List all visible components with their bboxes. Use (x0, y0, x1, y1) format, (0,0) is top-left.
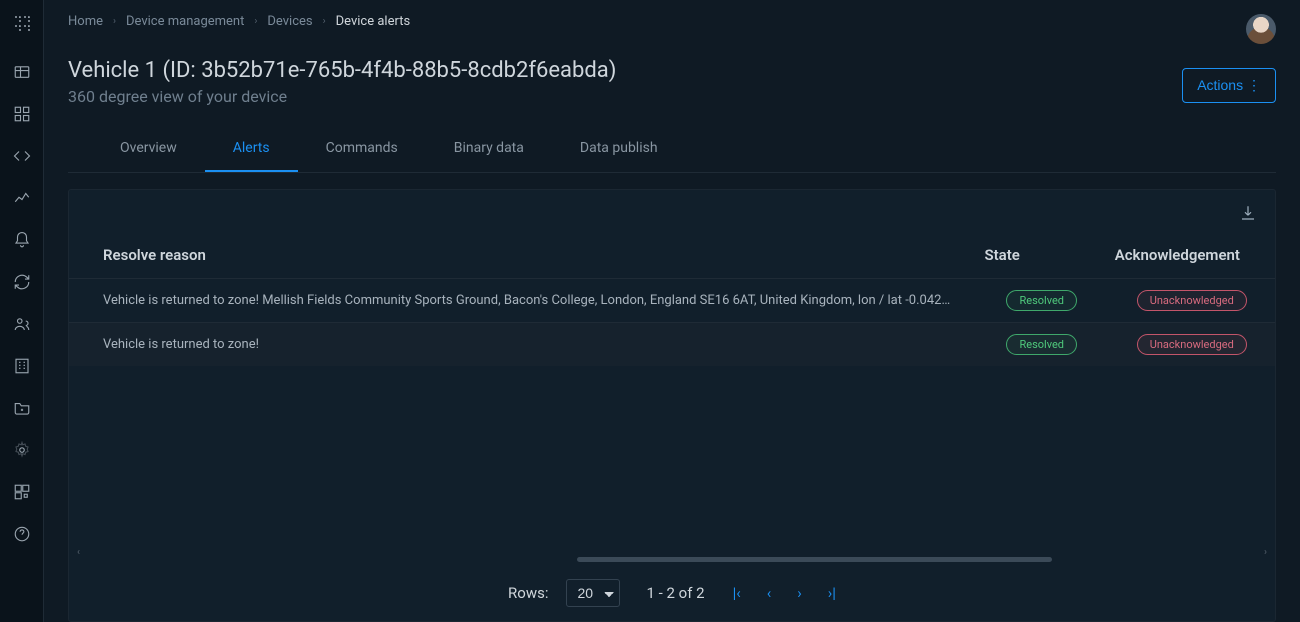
logo-icon (12, 14, 32, 34)
tab-alerts[interactable]: Alerts (205, 126, 298, 172)
tab-binary-data[interactable]: Binary data (426, 126, 552, 172)
nav-bell-icon[interactable] (12, 230, 32, 250)
breadcrumb: Home › Device management › Devices › Device al… (68, 14, 410, 29)
actions-button[interactable]: Actions ⋮ (1182, 68, 1276, 103)
horizontal-scrollbar[interactable]: ‹ › (69, 549, 1275, 565)
ack-badge: Unacknowledged (1137, 334, 1247, 355)
page-subtitle: 360 degree view of your device (68, 87, 1276, 106)
next-page-button[interactable]: › (797, 584, 802, 602)
nav-building-icon[interactable] (12, 356, 32, 376)
title-block: Vehicle 1 (ID: 3b52b71e-765b-4f4b-88b5-8… (44, 44, 1300, 114)
tab-commands[interactable]: Commands (298, 126, 426, 172)
breadcrumb-item[interactable]: Home (68, 14, 103, 29)
nav-grid-icon[interactable] (12, 104, 32, 124)
breadcrumb-item[interactable]: Devices (267, 14, 312, 29)
alerts-panel: Resolve reasonStateAcknowledgement Vehic… (68, 189, 1276, 622)
cell-reason: Vehicle is returned to zone! (69, 323, 972, 367)
left-sidebar (0, 0, 44, 622)
nav-gear-icon[interactable] (12, 440, 32, 460)
avatar[interactable] (1246, 14, 1276, 44)
prev-page-button[interactable]: ‹ (767, 584, 772, 602)
nav-sync-icon[interactable] (12, 272, 32, 292)
download-icon[interactable] (1239, 204, 1257, 226)
tab-overview[interactable]: Overview (92, 126, 205, 172)
table-row[interactable]: Vehicle is returned to zone! Resolved Unac… (69, 323, 1275, 367)
alerts-table: Resolve reasonStateAcknowledgement Vehic… (69, 232, 1275, 366)
topbar: Home › Device management › Devices › Device al… (44, 0, 1300, 44)
nav-folder-icon[interactable] (12, 398, 32, 418)
last-page-button[interactable]: ›| (828, 584, 836, 602)
column-header: Acknowledgement (1103, 232, 1275, 279)
scroll-right-icon[interactable]: › (1264, 547, 1267, 558)
first-page-button[interactable]: |‹ (733, 584, 741, 602)
nav-code-icon[interactable] (12, 146, 32, 166)
pagination: Rows: 20 1 - 2 of 2 |‹ ‹ › ›| (69, 565, 1275, 621)
page-title: Vehicle 1 (ID: 3b52b71e-765b-4f4b-88b5-8… (68, 58, 1276, 83)
rows-label: Rows: (508, 584, 548, 602)
nav-help-icon[interactable] (12, 524, 32, 544)
ack-badge: Unacknowledged (1137, 290, 1247, 311)
page-size-select[interactable]: 20 (566, 579, 620, 607)
main-content: Home › Device management › Devices › Device al… (44, 0, 1300, 622)
nav-people-icon[interactable] (12, 314, 32, 334)
nav-graph-icon[interactable] (12, 188, 32, 208)
chevron-right-icon: › (113, 16, 116, 27)
state-badge: Resolved (1006, 334, 1077, 355)
pagination-range: 1 - 2 of 2 (646, 584, 704, 602)
state-badge: Resolved (1006, 290, 1077, 311)
nav-tables-icon[interactable] (12, 62, 32, 82)
table-row[interactable]: Vehicle is returned to zone! Mellish Fie… (69, 279, 1275, 323)
nav-extensions-icon[interactable] (12, 482, 32, 502)
column-header: Resolve reason (69, 232, 972, 279)
cell-reason: Vehicle is returned to zone! Mellish Fie… (69, 279, 972, 323)
chevron-right-icon: › (254, 16, 257, 27)
tab-data-publish[interactable]: Data publish (552, 126, 686, 172)
chevron-right-icon: › (323, 16, 326, 27)
breadcrumb-item: Device alerts (336, 14, 411, 29)
column-header: State (972, 232, 1102, 279)
tabs: OverviewAlertsCommandsBinary dataData pu… (68, 126, 1276, 173)
breadcrumb-item[interactable]: Device management (126, 14, 244, 29)
